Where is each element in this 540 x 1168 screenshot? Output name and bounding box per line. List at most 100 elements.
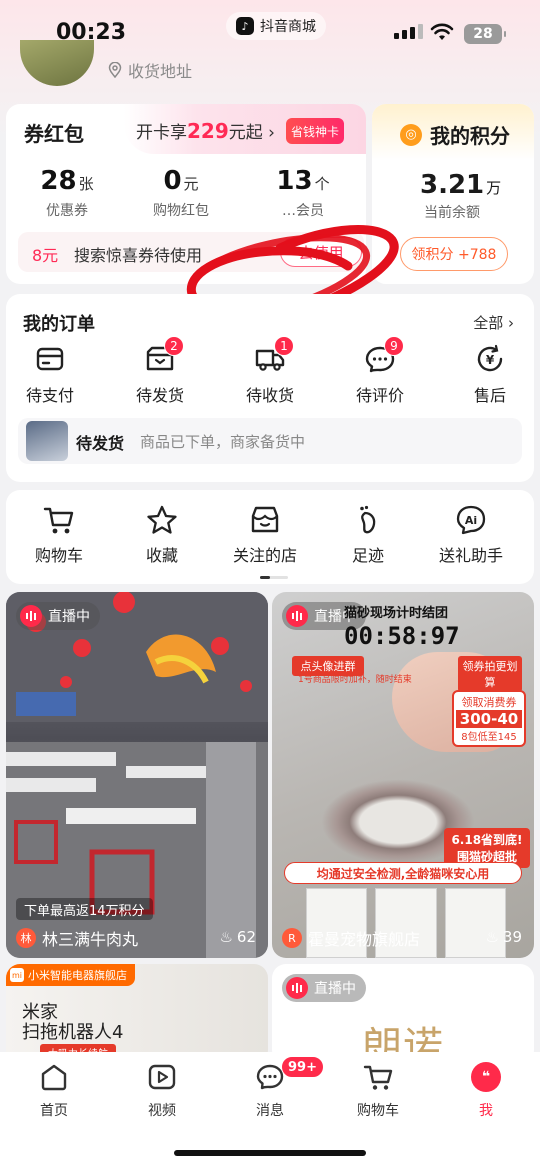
- app-indicator[interactable]: ♪ 抖音商城: [226, 12, 326, 40]
- feed-card-restaurant[interactable]: 直播中 下单最高返14万积分 林 林三满牛肉丸 ♨ 62: [6, 592, 268, 958]
- orders-all-link[interactable]: 全部 ›: [473, 312, 514, 333]
- feed-caption: 下单最高返14万积分: [16, 898, 153, 920]
- feed-card-robot-vacuum[interactable]: mi 小米智能电器旗舰店 米家 扫拖机器人4 大吸力长续航: [6, 964, 268, 1064]
- safety-check-banner: 均通过安全检测,全龄猫咪安心用: [284, 862, 522, 884]
- order-pending-shipment[interactable]: 2 待发货: [118, 336, 202, 406]
- order-label: 待发货: [135, 386, 184, 405]
- flame-icon: ♨: [219, 928, 233, 946]
- tab-me[interactable]: ❝ 我: [451, 1062, 521, 1120]
- store-icon: [251, 506, 279, 533]
- promo-box-amount: 300-40: [456, 710, 522, 728]
- shortcut-footprints[interactable]: 足迹: [323, 504, 413, 566]
- store-tag-label: 小米智能电器旗舰店: [28, 969, 127, 982]
- shortcut-favorites[interactable]: 收藏: [117, 504, 207, 566]
- use-coupon-button[interactable]: 去使用: [280, 237, 362, 267]
- tip-text: 搜索惊喜券待使用: [74, 246, 203, 265]
- shortcut-label: 足迹: [351, 546, 384, 565]
- feed-card-ranova[interactable]: 直播中 朗诺RANOVA: [272, 964, 534, 1064]
- wifi-icon: [430, 23, 454, 40]
- promo-box-top: 领取消费券: [461, 696, 517, 709]
- promo-join-sub: 1号商品限时加补，随时结束: [298, 675, 412, 685]
- cellular-signal-icon: [394, 24, 423, 39]
- store-tag: mi 小米智能电器旗舰店: [6, 964, 135, 986]
- tab-cart[interactable]: 购物车: [343, 1062, 413, 1120]
- shortcut-gift-assistant[interactable]: Ai 送礼助手: [426, 504, 516, 566]
- countdown-title: 猫砂现场计时结团: [344, 606, 449, 621]
- pending-desc: 商品已下单，商家备货中: [140, 433, 306, 451]
- flame-icon: ♨: [485, 928, 499, 946]
- pending-title: 待发货: [76, 434, 125, 453]
- footprint-icon: [360, 505, 376, 534]
- cart-icon: [43, 507, 74, 534]
- svg-text:¥: ¥: [486, 353, 495, 367]
- review-badge: 9: [384, 336, 404, 356]
- address-label: 收货地址: [128, 62, 193, 81]
- product-thumbnail: [26, 421, 68, 461]
- coupons-card[interactable]: 券红包 开卡享229元起 › 省钱神卡 28 张 优惠券 0元 购物红包 13 个 …: [6, 104, 366, 284]
- coupon-tip-row[interactable]: 8元 搜索惊喜券待使用 去使用: [18, 232, 364, 272]
- card-offer-banner[interactable]: 开卡享229元起 ›: [136, 118, 275, 143]
- live-badge: 直播中: [16, 602, 100, 630]
- tab-video[interactable]: 视频: [127, 1062, 197, 1120]
- shortcut-cart[interactable]: 购物车: [14, 504, 104, 566]
- stat-label: …会员: [282, 203, 324, 219]
- live-bars-icon: [286, 605, 308, 627]
- star-icon: [147, 505, 177, 534]
- stat-unit: 元: [183, 175, 199, 193]
- app-name: 抖音商城: [260, 19, 316, 35]
- points-label: 当前余额: [424, 205, 480, 221]
- douyin-logo-icon: ♪: [236, 17, 254, 35]
- shortcut-label: 关注的店: [232, 546, 297, 565]
- refund-icon: ¥: [477, 344, 503, 372]
- promo-box-bottom: 8包低至145: [461, 732, 517, 743]
- earn-points-button[interactable]: 领积分 +788: [400, 237, 508, 271]
- red-packet-stat[interactable]: 0元 购物红包: [142, 166, 220, 220]
- address-link[interactable]: 收货地址: [108, 58, 192, 82]
- video-play-icon: [148, 1064, 176, 1090]
- svg-text:Ai: Ai: [465, 514, 477, 527]
- home-icon: [41, 1064, 67, 1091]
- shortcut-scroll-indicator: [260, 576, 288, 579]
- receipt-badge: 1: [274, 336, 294, 356]
- tab-home[interactable]: 首页: [19, 1062, 89, 1120]
- shop-avatar-icon: 林: [16, 928, 36, 948]
- shortcut-label: 送礼助手: [438, 546, 503, 565]
- shortcut-label: 购物车: [34, 546, 83, 565]
- tab-label: 我: [479, 1103, 493, 1119]
- tab-messages[interactable]: 99+ 消息: [235, 1056, 324, 1120]
- order-pending-receipt[interactable]: 1 待收货: [228, 336, 312, 406]
- stat-unit: 张: [78, 175, 94, 193]
- order-pending-review[interactable]: 9 待评价: [338, 336, 422, 406]
- feed-card-cat-litter[interactable]: 直播中 猫砂现场计时结团 00:58:97 点头像进群 1号商品限时加补，随时结…: [272, 592, 534, 958]
- shortcut-followed-stores[interactable]: 关注的店: [220, 504, 310, 566]
- product-title-line2: 扫拖机器人4: [22, 1022, 124, 1043]
- points-value: 3.21 万: [420, 170, 501, 200]
- points-card[interactable]: ◎ 我的积分 3.21 万 当前余额 领积分 +788: [372, 104, 534, 284]
- stat-label: 优惠券: [46, 203, 88, 219]
- feed-likes: ♨ 39: [485, 928, 522, 946]
- tab-label: 首页: [40, 1103, 68, 1119]
- promo-coupon: 领券拍更划算: [458, 656, 522, 692]
- money-card-button[interactable]: 省钱神卡: [286, 118, 344, 144]
- live-bars-icon: [20, 605, 42, 627]
- coupon-count-stat[interactable]: 28 张 优惠券: [28, 166, 106, 220]
- points-title-text: 我的积分: [430, 124, 510, 148]
- feed-likes: ♨ 62: [219, 928, 256, 946]
- shop-avatar-icon: R: [282, 928, 302, 948]
- tip-amount: 8元: [32, 246, 59, 265]
- feed-shop[interactable]: 林 林三满牛肉丸: [16, 926, 138, 950]
- order-pending-payment[interactable]: 待支付: [8, 344, 92, 406]
- live-badge: 直播中: [282, 974, 366, 1002]
- stat-unit: 个: [314, 175, 330, 193]
- live-label: 直播中: [314, 981, 356, 997]
- live-label: 直播中: [48, 609, 90, 625]
- home-indicator[interactable]: [174, 1150, 366, 1156]
- membership-stat[interactable]: 13 个 …会员: [264, 166, 342, 220]
- offer-suffix: 元起 ›: [228, 123, 275, 143]
- order-after-sales[interactable]: ¥ 售后: [448, 344, 532, 406]
- feed-shop[interactable]: R 霍曼宠物旗舰店: [282, 926, 420, 950]
- pending-shipment-row[interactable]: 待发货 商品已下单，商家备货中: [18, 418, 522, 464]
- coin-icon: ◎: [400, 123, 422, 146]
- ai-gift-icon: Ai: [456, 505, 486, 535]
- points-title: ◎ 我的积分: [400, 120, 510, 149]
